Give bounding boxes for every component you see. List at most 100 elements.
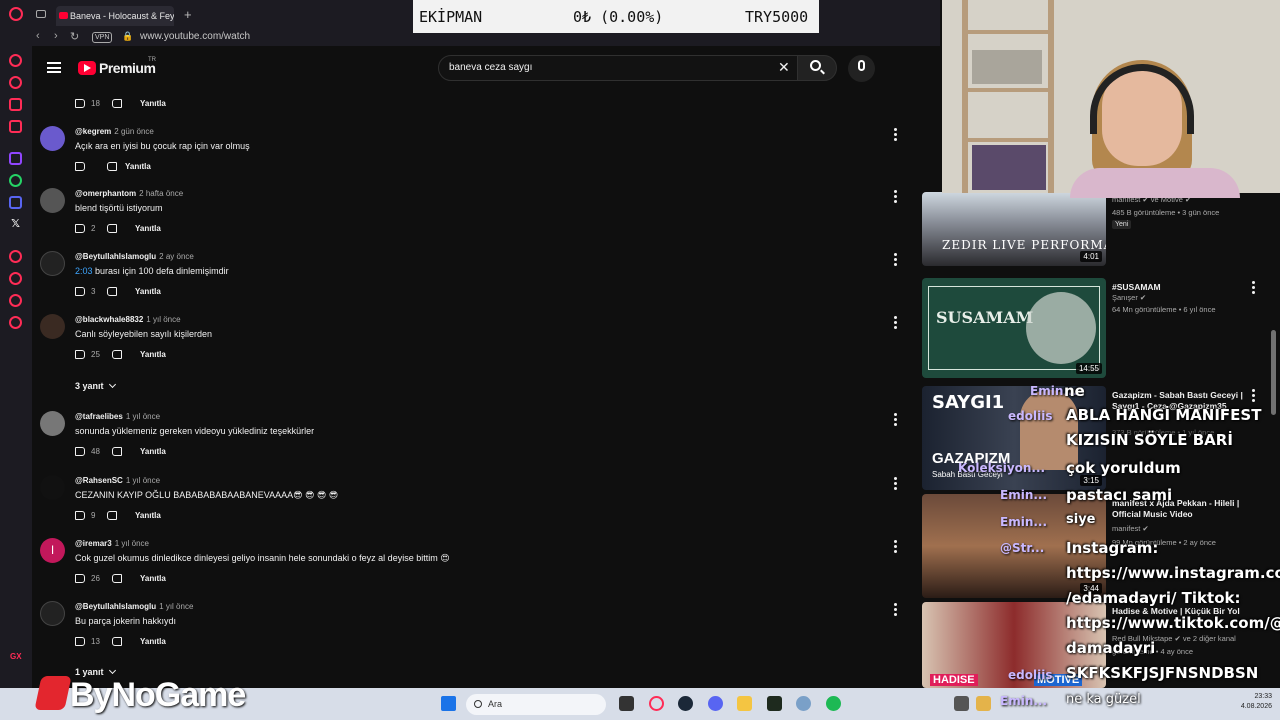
app-icon[interactable] bbox=[767, 696, 782, 711]
comment-more-icon[interactable] bbox=[894, 190, 898, 204]
opera-gx-logo-icon[interactable] bbox=[9, 7, 23, 21]
dislike-icon[interactable] bbox=[112, 350, 122, 359]
dislike-icon[interactable] bbox=[112, 637, 122, 646]
comment-author[interactable]: @kegrem 2 gün önce bbox=[75, 127, 154, 136]
gx-icon[interactable]: GX bbox=[10, 652, 22, 661]
like-icon[interactable] bbox=[75, 637, 85, 646]
reply-button[interactable]: Yanıtla bbox=[140, 447, 166, 456]
avatar[interactable] bbox=[40, 475, 65, 500]
avatar[interactable] bbox=[40, 601, 65, 626]
taskbar-search[interactable]: Ara bbox=[466, 694, 606, 715]
dislike-icon[interactable] bbox=[107, 224, 117, 233]
avatar[interactable] bbox=[40, 126, 65, 151]
comment-author[interactable]: @omerphantom 2 hafta önce bbox=[75, 189, 183, 198]
like-icon[interactable] bbox=[75, 350, 85, 359]
back-button[interactable]: ‹ bbox=[36, 30, 40, 42]
vpn-badge[interactable]: VPN bbox=[92, 32, 113, 43]
dislike-icon[interactable] bbox=[107, 287, 117, 296]
clear-search-icon[interactable]: ✕ bbox=[778, 59, 790, 76]
settings-icon[interactable] bbox=[9, 316, 22, 329]
reply-button[interactable]: Yanıtla bbox=[135, 287, 161, 296]
like-icon[interactable] bbox=[75, 511, 85, 520]
browser-tab[interactable]: Baneva - Holocaust & Feyz bbox=[56, 6, 174, 26]
twitch-icon[interactable] bbox=[9, 152, 22, 165]
more-options-icon[interactable] bbox=[1252, 281, 1255, 296]
reply-button[interactable]: Yanıtla bbox=[140, 350, 166, 359]
like-icon[interactable] bbox=[75, 287, 85, 296]
menu-icon[interactable] bbox=[47, 62, 61, 73]
replies-toggle[interactable]: 3 yanıt bbox=[75, 380, 116, 391]
file-explorer-icon[interactable] bbox=[737, 696, 752, 711]
reply-button[interactable]: Yanıtla bbox=[140, 574, 166, 583]
gx-corner-icon[interactable] bbox=[9, 98, 22, 111]
url-field[interactable]: www.youtube.com/watch bbox=[140, 31, 250, 42]
comment-more-icon[interactable] bbox=[894, 603, 898, 617]
youtube-brand[interactable]: Premium bbox=[99, 60, 156, 76]
comment-author[interactable]: @BeytullahIslamoglu 1 yıl önce bbox=[75, 602, 193, 611]
dislike-icon[interactable] bbox=[107, 162, 117, 171]
taskbar-clock[interactable]: 23:33 4.08.2026 bbox=[1236, 692, 1272, 712]
avatar[interactable] bbox=[40, 411, 65, 436]
like-icon[interactable] bbox=[75, 447, 85, 456]
dislike-icon[interactable] bbox=[112, 99, 122, 108]
comment-more-icon[interactable] bbox=[894, 253, 898, 267]
gx-control-icon[interactable] bbox=[9, 76, 22, 89]
reload-button[interactable]: ↻ bbox=[70, 30, 79, 43]
discord-icon[interactable] bbox=[9, 196, 22, 209]
like-icon[interactable] bbox=[75, 224, 85, 233]
dislike-icon[interactable] bbox=[112, 447, 122, 456]
windows-start-icon[interactable] bbox=[441, 696, 456, 711]
spotify-icon[interactable] bbox=[826, 696, 841, 711]
extensions-icon[interactable] bbox=[9, 294, 22, 307]
steam-icon[interactable] bbox=[678, 696, 693, 711]
like-icon[interactable] bbox=[75, 574, 85, 583]
reply-button[interactable]: Yanıtla bbox=[135, 224, 161, 233]
opera-gx-taskbar-icon[interactable] bbox=[649, 696, 664, 711]
avatar[interactable] bbox=[40, 251, 65, 276]
comment-more-icon[interactable] bbox=[894, 540, 898, 554]
avatar[interactable] bbox=[40, 188, 65, 213]
avatar[interactable]: I bbox=[40, 538, 65, 563]
history-icon[interactable] bbox=[9, 272, 22, 285]
mail-icon[interactable] bbox=[9, 120, 22, 133]
comment-author[interactable]: @iremar3 1 yıl önce bbox=[75, 539, 149, 548]
timestamp-link[interactable]: 2:03 bbox=[75, 266, 93, 276]
reply-button[interactable]: Yanıtla bbox=[140, 637, 166, 646]
scrollbar-thumb[interactable] bbox=[1271, 330, 1276, 415]
comment-author[interactable]: @tafraelibes 1 yıl önce bbox=[75, 412, 160, 421]
tabs-icon[interactable] bbox=[36, 10, 46, 18]
like-icon[interactable] bbox=[75, 162, 85, 171]
tray-app-icon[interactable] bbox=[954, 696, 969, 711]
reply-button[interactable]: Yanıtla bbox=[125, 162, 151, 171]
reply-button[interactable]: Yanıtla bbox=[135, 511, 161, 520]
search-query[interactable]: baneva ceza saygı bbox=[449, 62, 532, 73]
comment-more-icon[interactable] bbox=[894, 477, 898, 491]
comment-more-icon[interactable] bbox=[894, 316, 898, 330]
settings-taskbar-icon[interactable] bbox=[796, 696, 811, 711]
new-tab-button[interactable]: + bbox=[184, 7, 192, 22]
like-icon[interactable] bbox=[75, 99, 85, 108]
music-player-icon[interactable] bbox=[9, 250, 22, 263]
whatsapp-icon[interactable] bbox=[9, 174, 22, 187]
dislike-icon[interactable] bbox=[112, 574, 122, 583]
dislike-icon[interactable] bbox=[107, 511, 117, 520]
tray-folder-icon[interactable] bbox=[976, 696, 991, 711]
comment-more-icon[interactable] bbox=[894, 128, 898, 142]
x-icon[interactable]: 𝕏 bbox=[9, 218, 22, 231]
youtube-logo-icon[interactable] bbox=[78, 61, 96, 75]
video-title[interactable]: #SUSAMAM bbox=[1112, 282, 1252, 293]
task-view-icon[interactable] bbox=[619, 696, 634, 711]
discord-taskbar-icon[interactable] bbox=[708, 696, 723, 711]
comment-more-icon[interactable] bbox=[894, 413, 898, 427]
video-thumbnail[interactable]: SUSAMAM 14:55 bbox=[922, 278, 1106, 378]
forward-button[interactable]: › bbox=[54, 30, 58, 42]
video-channel[interactable]: manifest ✔ bbox=[1112, 524, 1149, 533]
video-channel[interactable]: Şanışer ✔ bbox=[1112, 293, 1146, 302]
comment-author[interactable]: @BeytullahIslamoglu 2 ay önce bbox=[75, 252, 194, 261]
reply-button[interactable]: Yanıtla bbox=[140, 99, 166, 108]
avatar[interactable] bbox=[40, 314, 65, 339]
comment-author[interactable]: @blackwhale8832 1 yıl önce bbox=[75, 315, 181, 324]
speed-dial-icon[interactable] bbox=[9, 54, 22, 67]
video-thumbnail[interactable]: ZEDIR LIVE PERFORMANCE 4:01 bbox=[922, 192, 1106, 266]
more-options-icon[interactable] bbox=[1252, 389, 1255, 404]
